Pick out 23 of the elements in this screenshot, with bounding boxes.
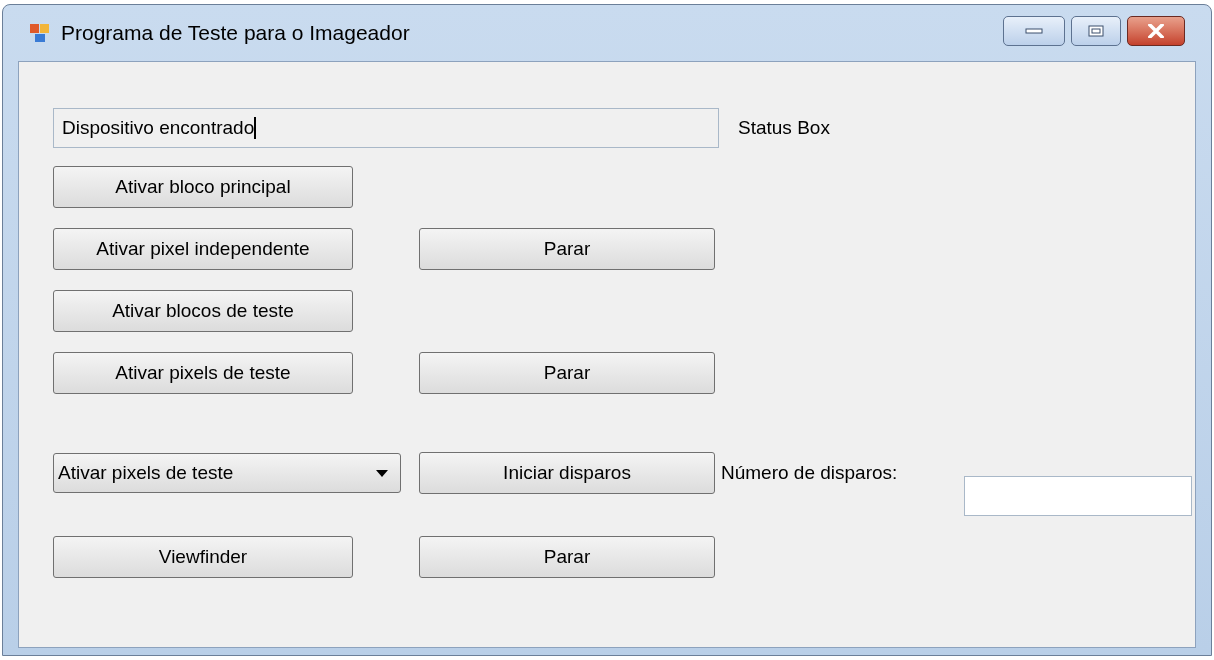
field-label: Número de disparos: — [721, 460, 898, 485]
button[interactable]: Parar — [419, 228, 715, 270]
dropdown[interactable]: Ativar pixels de teste — [53, 453, 401, 493]
button[interactable]: Ativar pixels de teste — [53, 352, 353, 394]
status-field[interactable]: Dispositivo encontrado — [53, 108, 719, 148]
caret-icon — [376, 469, 388, 477]
minimize-button[interactable] — [1003, 16, 1065, 46]
restore-icon — [1088, 25, 1104, 37]
app-icon — [29, 22, 51, 44]
button[interactable]: Viewfinder — [53, 536, 353, 578]
maximize-button[interactable] — [1071, 16, 1121, 46]
button[interactable]: Iniciar disparos — [419, 452, 715, 494]
button[interactable]: Ativar pixel independente — [53, 228, 353, 270]
button[interactable]: Ativar blocos de teste — [53, 290, 353, 332]
minimize-icon — [1025, 28, 1043, 34]
close-button[interactable] — [1127, 16, 1185, 46]
button[interactable]: Parar — [419, 352, 715, 394]
status-label: Status Box — [738, 115, 830, 140]
input-field[interactable] — [964, 476, 1192, 516]
close-icon — [1148, 24, 1164, 38]
button[interactable]: Parar — [419, 536, 715, 578]
window-title: Programa de Teste para o Imageador — [61, 20, 410, 47]
button[interactable]: Ativar bloco principal — [53, 166, 353, 208]
